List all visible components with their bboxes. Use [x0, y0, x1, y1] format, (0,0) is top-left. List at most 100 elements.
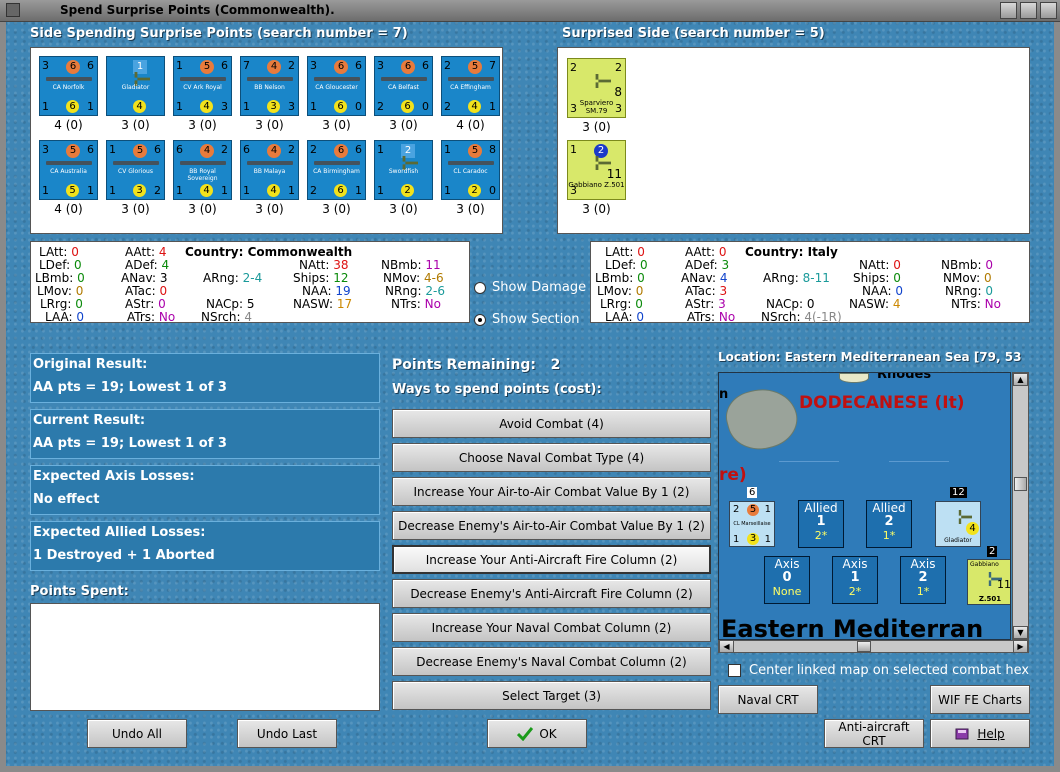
- spend-option-button[interactable]: Decrease Enemy's Naval Combat Column (2): [392, 647, 711, 676]
- map-label-fragment: n: [719, 387, 729, 402]
- allied-box-2[interactable]: Allied 2 1*: [866, 500, 912, 548]
- ok-button[interactable]: OK: [487, 719, 587, 748]
- rhodes-label: Rhodes: [877, 372, 932, 382]
- counter-value: 2: [401, 184, 414, 197]
- counter-value: 1: [42, 184, 49, 197]
- unit-counter[interactable]: 1 5 8 CL Caradoc 1 2 0: [441, 140, 500, 200]
- anav-value: 4: [719, 271, 728, 285]
- show-damage-radio[interactable]: Show Damage: [474, 280, 586, 295]
- unit-counter[interactable]: 3 6 6 CA Norfolk 1 6 1: [39, 56, 98, 116]
- wif-charts-button[interactable]: WIF FE Charts: [930, 685, 1030, 714]
- ntrs-value: No: [984, 297, 1001, 311]
- gabbiano-counter[interactable]: Gabbiano 11 Z.501: [967, 559, 1010, 605]
- counter-value: 6: [334, 100, 347, 113]
- box-title: Allied: [804, 501, 838, 515]
- spend-option-button[interactable]: Increase Your Anti-Aircraft Fire Column …: [392, 545, 711, 574]
- scroll-thumb[interactable]: [857, 641, 871, 652]
- gladiator-counter[interactable]: 4 Gladiator: [935, 501, 981, 547]
- spend-option-button[interactable]: Decrease Enemy's Air-to-Air Combat Value…: [392, 511, 711, 540]
- axis-box-2[interactable]: Axis 2 1*: [900, 556, 946, 604]
- spend-option-button[interactable]: Avoid Combat (4): [392, 409, 711, 438]
- map-view[interactable]: Rhodes n DODECANESE (It) re) 2 5 1 CL Ma…: [718, 372, 1011, 640]
- counter-value: 8: [614, 85, 622, 99]
- unit-counter[interactable]: 3 6 6 CA Belfast 2 6 0: [374, 56, 433, 116]
- counter-value: 4: [133, 100, 146, 113]
- unit-counter[interactable]: 1 2 Gabbiano Z.501 3 11: [567, 140, 626, 200]
- counter-value: 4: [200, 100, 213, 113]
- center-linked-checkbox[interactable]: Center linked map on selected combat hex: [728, 663, 1029, 678]
- unit-counter[interactable]: 1 5 6 CV Ark Royal 1 4 3: [173, 56, 232, 116]
- map-horizontal-scrollbar[interactable]: ◀ ▶: [718, 640, 1029, 653]
- unit-counter[interactable]: 2 5 7 CA Effingham 2 4 1: [441, 56, 500, 116]
- astr-value: 3: [718, 297, 726, 311]
- points-spent-list[interactable]: [30, 603, 380, 711]
- spend-option-button[interactable]: Increase Your Naval Combat Column (2): [392, 613, 711, 642]
- surprised-units-panel[interactable]: 2 2 Sparviero SM.79 3 8 3 3 (0) 1 2 Gabbiano Z.50…: [557, 47, 1030, 234]
- unit-counter[interactable]: 2 6 6 CA Birmingham 2 6 1: [307, 140, 366, 200]
- ship-icon: [180, 161, 226, 165]
- counter-value: 1: [764, 504, 771, 515]
- spend-option-button[interactable]: Select Target (3): [392, 681, 711, 710]
- adef-value: 4: [161, 258, 170, 272]
- spend-option-button[interactable]: Choose Naval Combat Type (4): [392, 443, 711, 472]
- counter-name: CV Glorious: [118, 168, 153, 175]
- help-button[interactable]: Help: [930, 719, 1030, 748]
- island-shape: [839, 373, 869, 383]
- ship-icon: [46, 77, 92, 81]
- counter-value: 2: [310, 143, 317, 156]
- counter-value: 3: [133, 184, 146, 197]
- allied-box-1[interactable]: Allied 1 2*: [798, 500, 844, 548]
- location-label: Location: Eastern Mediterranean Sea [79,…: [718, 350, 1022, 364]
- counter-value: 2: [444, 59, 451, 72]
- unit-caption: 4 (0): [54, 202, 83, 216]
- counter-value: 6: [355, 143, 362, 156]
- unit-counter[interactable]: 6 4 2 BB Malaya 1 4 1: [240, 140, 299, 200]
- unit-counter[interactable]: 3 5 6 CA Australia 1 5 1: [39, 140, 98, 200]
- show-section-radio[interactable]: Show Section: [474, 312, 580, 327]
- unit-counter[interactable]: 1 5 6 CV Glorious 1 3 2: [106, 140, 165, 200]
- scroll-down-arrow[interactable]: ▼: [1013, 626, 1028, 639]
- unit-counter[interactable]: 3 6 6 CA Gloucester 1 6 0: [307, 56, 366, 116]
- original-result-title: Original Result:: [33, 357, 148, 372]
- axis-box-0[interactable]: Axis 0 None: [764, 556, 810, 604]
- nasw-value: 17: [336, 297, 353, 311]
- marseillaise-counter[interactable]: 2 5 1 CL Marseillaise 1 3 1: [729, 501, 775, 547]
- spend-option-button[interactable]: Decrease Enemy's Anti-Aircraft Fire Colu…: [392, 579, 711, 608]
- unit-counter[interactable]: 2 2 Sparviero SM.79 3 8 3: [567, 58, 626, 118]
- unit-counter[interactable]: 1 Gladiator 4: [106, 56, 165, 116]
- scroll-up-arrow[interactable]: ▲: [1013, 373, 1028, 386]
- anti-aircraft-crt-button[interactable]: Anti-aircraft CRT: [824, 719, 924, 748]
- counter-value: 6: [355, 59, 362, 72]
- scroll-right-arrow[interactable]: ▶: [1013, 640, 1028, 653]
- counter-value: 5: [468, 60, 482, 74]
- unit-caption: 4 (0): [54, 118, 83, 132]
- counter-name: Gladiator: [121, 84, 150, 91]
- unit-counter[interactable]: 7 4 2 BB Nelson 1 3 3: [240, 56, 299, 116]
- undo-last-button[interactable]: Undo Last: [237, 719, 337, 748]
- ship-icon: [448, 77, 494, 81]
- show-damage-label: Show Damage: [492, 280, 587, 295]
- naval-crt-button[interactable]: Naval CRT: [718, 685, 818, 714]
- unit-caption: 3 (0): [188, 118, 217, 132]
- scroll-thumb[interactable]: [1014, 477, 1027, 491]
- unit-counter[interactable]: 6 4 2 BB Royal Sovereign 1 4 1: [173, 140, 232, 200]
- counter-value: 1: [109, 143, 116, 156]
- ship-icon: [314, 161, 360, 165]
- counter-value: 1: [570, 143, 577, 156]
- counter-value: 6: [221, 59, 228, 72]
- undo-all-button[interactable]: Undo All: [87, 719, 187, 748]
- spend-option-button[interactable]: Increase Your Air-to-Air Combat Value By…: [392, 477, 711, 506]
- map-vertical-scrollbar[interactable]: ▲ ▼: [1012, 372, 1029, 640]
- counter-value: 0: [422, 100, 429, 113]
- close-button[interactable]: [1040, 2, 1057, 19]
- maximize-button[interactable]: [1020, 2, 1037, 19]
- counter-value: 4: [468, 100, 481, 113]
- unit-counter[interactable]: 1 2 Swordfish 1 2: [374, 140, 433, 200]
- counter-value: 1: [288, 184, 295, 197]
- scroll-left-arrow[interactable]: ◀: [719, 640, 734, 653]
- spending-units-panel[interactable]: 3 6 6 CA Norfolk 1 6 1 4 (0) 1 Gladiator 4 3 (0) 1 5 6…: [30, 47, 503, 234]
- window-menu-icon[interactable]: [6, 3, 20, 17]
- minimize-button[interactable]: [1000, 2, 1017, 19]
- axis-box-1[interactable]: Axis 1 2*: [832, 556, 878, 604]
- box-number: 0: [782, 570, 792, 585]
